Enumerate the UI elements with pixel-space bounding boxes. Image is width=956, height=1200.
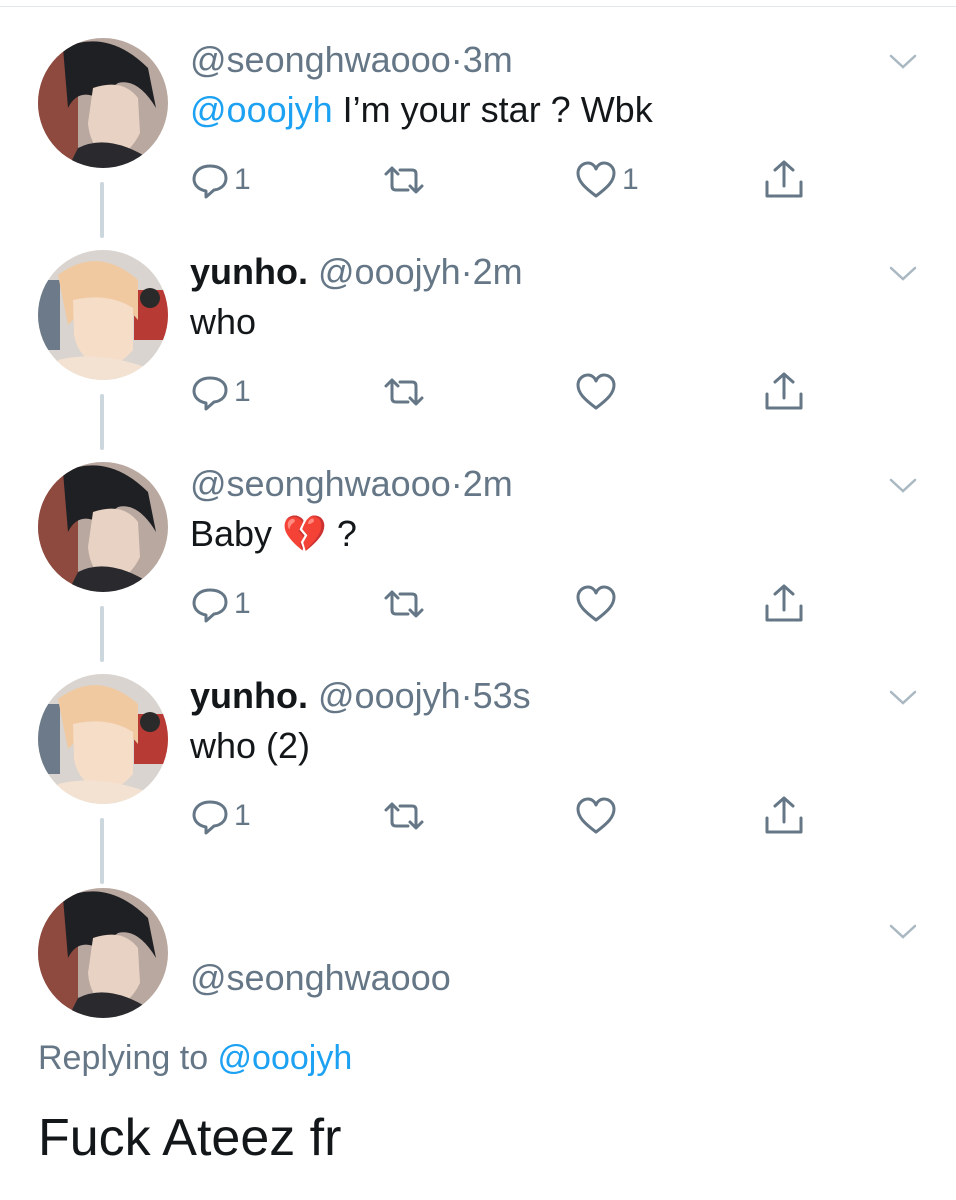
chevron-down-icon[interactable] xyxy=(888,476,918,496)
dot-separator: · xyxy=(450,463,463,504)
tweet-actions: 1 xyxy=(190,582,830,626)
share-button[interactable] xyxy=(762,794,806,838)
like-button[interactable] xyxy=(574,794,618,838)
tweet-body-suffix: ? xyxy=(326,513,357,554)
tweet-handle[interactable]: @ooojyh xyxy=(318,675,461,716)
share-button[interactable] xyxy=(762,158,806,202)
thread-line xyxy=(100,606,104,662)
like-button[interactable] xyxy=(574,370,618,414)
thread-line xyxy=(100,182,104,238)
tweet-handle[interactable]: @seonghwaooo xyxy=(190,463,451,504)
reply-count: 1 xyxy=(234,375,251,408)
avatar[interactable] xyxy=(38,888,168,1018)
reply-icon xyxy=(192,164,228,199)
share-button[interactable] xyxy=(762,370,806,414)
avatar[interactable] xyxy=(38,250,168,380)
tweet-text: Baby 💔 ? xyxy=(190,512,357,556)
thread-line xyxy=(100,818,104,884)
reply-button[interactable]: 1 xyxy=(190,370,251,414)
like-icon xyxy=(576,373,616,410)
tweet-handle[interactable]: @ooojyh xyxy=(318,251,461,292)
tweet-timestamp[interactable]: 2m xyxy=(473,251,523,292)
share-icon xyxy=(765,584,803,622)
like-icon xyxy=(576,797,616,834)
share-icon xyxy=(765,372,803,410)
tweet-actions: 1 xyxy=(190,370,830,414)
reply-icon xyxy=(192,800,228,835)
chevron-down-icon[interactable] xyxy=(888,264,918,284)
reply-count: 1 xyxy=(234,163,251,196)
top-divider xyxy=(0,6,956,7)
like-count: 1 xyxy=(622,163,639,196)
retweet-button[interactable] xyxy=(380,794,428,838)
reply-icon xyxy=(192,588,228,623)
chevron-down-icon[interactable] xyxy=(888,688,918,708)
share-icon xyxy=(765,796,803,834)
tweet-timestamp[interactable]: 3m xyxy=(463,39,513,80)
tweet-display-name[interactable]: yunho. xyxy=(190,251,308,292)
share-button[interactable] xyxy=(762,582,806,626)
like-icon xyxy=(576,585,616,622)
retweet-button[interactable] xyxy=(380,370,428,414)
tweet-handle[interactable]: @seonghwaooo xyxy=(190,39,451,80)
reply-button[interactable]: 1 xyxy=(190,582,251,626)
retweet-button[interactable] xyxy=(380,582,428,626)
tweet-actions: 1 1 xyxy=(190,158,830,202)
thread-line xyxy=(100,394,104,450)
replying-to-line: Replying to @ooojyh xyxy=(38,1036,352,1080)
reply-button[interactable]: 1 xyxy=(190,794,251,838)
reply-icon xyxy=(192,376,228,411)
broken-heart-emoji: 💔 xyxy=(282,513,327,554)
like-icon xyxy=(576,161,616,198)
tweet-actions: 1 xyxy=(190,794,830,838)
tweet-text: who (2) xyxy=(190,725,311,766)
tweet-display-name[interactable]: yunho. xyxy=(190,675,308,716)
tweet-timestamp[interactable]: 2m xyxy=(463,463,513,504)
dot-separator: · xyxy=(460,675,473,716)
reply-count: 1 xyxy=(234,799,251,832)
reply-button[interactable]: 1 xyxy=(190,158,251,202)
retweet-icon xyxy=(384,166,424,194)
share-icon xyxy=(765,160,803,198)
avatar[interactable] xyxy=(38,462,168,592)
retweet-icon xyxy=(384,590,424,618)
avatar[interactable] xyxy=(38,38,168,168)
retweet-icon xyxy=(384,378,424,406)
like-button[interactable]: 1 xyxy=(574,158,639,202)
tweet-text: @ooojyh I’m your star ? Wbk xyxy=(190,88,653,132)
like-button[interactable] xyxy=(574,582,618,626)
tweet-text: who xyxy=(190,301,257,342)
chevron-down-icon[interactable] xyxy=(888,922,918,942)
dot-separator: · xyxy=(460,251,473,292)
mention-link[interactable]: @ooojyh xyxy=(218,1039,353,1077)
retweet-button[interactable] xyxy=(380,158,428,202)
chevron-down-icon[interactable] xyxy=(888,52,918,72)
tweet-timestamp[interactable]: 53s xyxy=(473,675,531,716)
tweet-body: Baby xyxy=(190,513,273,554)
tweet-handle[interactable]: @seonghwaooo xyxy=(190,957,451,998)
replying-to-label: Replying to xyxy=(38,1039,218,1077)
tweet-body: I’m your star ? Wbk xyxy=(332,89,653,130)
retweet-icon xyxy=(384,802,424,830)
dot-separator: · xyxy=(450,39,463,80)
mention-link[interactable]: @ooojyh xyxy=(190,89,333,130)
reply-count: 1 xyxy=(234,587,251,620)
avatar[interactable] xyxy=(38,674,168,804)
focused-tweet-text: Fuck Ateez fr xyxy=(38,1109,342,1167)
